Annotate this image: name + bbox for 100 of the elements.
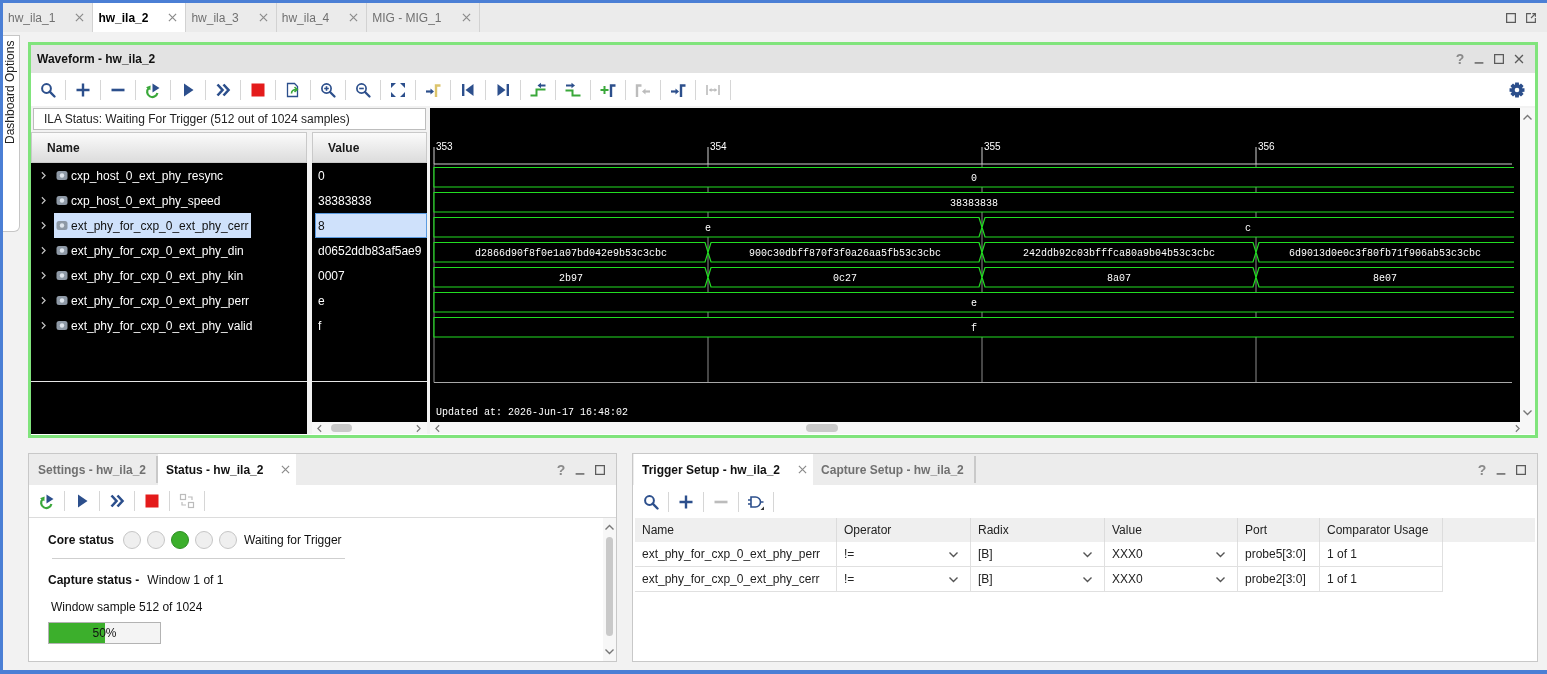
stop-icon[interactable] (250, 81, 266, 98)
scroll-down-icon[interactable] (1522, 407, 1533, 418)
horizontal-scrollbar[interactable] (430, 422, 1535, 434)
double-chevron-icon[interactable] (109, 493, 125, 509)
step-arrow-left-icon[interactable] (530, 81, 546, 98)
time-tick-label: 353 (436, 141, 453, 152)
close-icon[interactable] (258, 13, 268, 22)
time-tick (707, 146, 709, 165)
close-icon[interactable] (75, 13, 85, 22)
dropdown[interactable]: != (837, 542, 971, 567)
stop-icon[interactable] (144, 493, 160, 509)
chevron-right-icon[interactable] (39, 221, 48, 230)
table-cell: ext_phy_for_cxp_0_ext_phy_cerr (635, 567, 837, 592)
arrow-bracket-icon[interactable] (670, 81, 686, 98)
zoom-in-icon[interactable] (320, 81, 336, 98)
maximize-icon[interactable] (1504, 10, 1518, 25)
bus-value-label: 8e07 (1373, 272, 1397, 284)
editor-tab[interactable]: hw_ila_2 (93, 3, 187, 32)
dropdown[interactable]: [B] (971, 542, 1105, 567)
chevron-right-icon[interactable] (39, 271, 48, 280)
scroll-down-icon[interactable] (604, 646, 615, 657)
signal-item[interactable]: cxp_host_0_ext_phy_resync (54, 163, 227, 188)
dropdown[interactable]: XXX0 (1105, 542, 1238, 567)
horizontal-scrollbar[interactable] (312, 422, 427, 434)
chevron-right-icon[interactable] (39, 321, 48, 330)
plus-bracket-icon[interactable] (600, 81, 616, 98)
close-icon[interactable] (168, 13, 178, 22)
vertical-scrollbar[interactable] (1520, 108, 1535, 422)
scroll-right-icon[interactable] (414, 423, 423, 433)
document-arrow-icon[interactable] (285, 81, 301, 98)
signal-value: d0652ddb83af5ae9 (317, 242, 423, 260)
close-icon[interactable] (281, 465, 291, 474)
panel-tab[interactable]: Status - hw_ila_2 (158, 454, 297, 485)
chevron-right-icon[interactable] (39, 196, 48, 205)
dropdown[interactable]: XXX0 (1105, 567, 1238, 592)
maximize-icon[interactable] (593, 462, 607, 477)
column-header[interactable]: Comparator Usage (1320, 518, 1443, 542)
signal-item[interactable]: cxp_host_0_ext_phy_speed (54, 188, 224, 213)
skip-forward-icon[interactable] (495, 81, 511, 98)
chevron-right-icon[interactable] (39, 246, 48, 255)
close-icon[interactable] (1512, 52, 1526, 66)
signal-icon (56, 295, 68, 306)
scroll-left-icon[interactable] (315, 423, 324, 433)
panel-tab[interactable]: Trigger Setup - hw_ila_2 (634, 454, 814, 485)
signal-item[interactable]: ext_phy_for_cxp_0_ext_phy_perr (54, 288, 253, 313)
signal-icon (56, 245, 68, 256)
signal-icon (56, 320, 68, 331)
capture-status-text: Window 1 of 1 (147, 573, 224, 587)
double-chevron-icon[interactable] (215, 81, 231, 98)
step-arrow-right-icon[interactable] (565, 81, 581, 98)
core-status-text: Waiting for Trigger (244, 533, 342, 547)
chevron-right-icon[interactable] (39, 171, 48, 180)
editor-tab[interactable]: MIG - MIG_1 (367, 3, 480, 32)
settings-icon[interactable] (1509, 81, 1525, 98)
editor-tab[interactable]: hw_ila_4 (276, 3, 368, 32)
ila-status-field: ILA Status: Waiting For Trigger (512 out of 1024 samples) (33, 108, 426, 130)
vertical-scrollbar[interactable] (603, 518, 616, 661)
chevron-right-icon[interactable] (39, 296, 48, 305)
maximize-icon[interactable] (1514, 462, 1528, 477)
dropdown[interactable]: [B] (971, 567, 1105, 592)
bus-value-label: 0c27 (833, 272, 857, 284)
scrollbar-thumb[interactable] (806, 424, 838, 432)
search-icon[interactable] (40, 81, 56, 98)
signal-item[interactable]: ext_phy_for_cxp_0_ext_phy_cerr (54, 213, 252, 238)
dropdown[interactable]: != (837, 567, 971, 592)
zoom-out-icon[interactable] (355, 81, 371, 98)
column-header[interactable]: Name (635, 518, 837, 542)
bus-value-label: 8a07 (1107, 272, 1131, 284)
scroll-left-icon[interactable] (433, 423, 442, 433)
skip-back-icon[interactable] (460, 81, 476, 98)
column-header[interactable]: Radix (971, 518, 1105, 542)
arrow-bracket-icon[interactable] (425, 81, 441, 98)
plus-icon[interactable] (678, 493, 694, 510)
signal-item[interactable]: ext_phy_for_cxp_0_ext_phy_valid (54, 313, 256, 338)
side-tab[interactable]: Dashboard Options (3, 35, 20, 232)
editor-tab[interactable]: hw_ila_3 (186, 3, 277, 32)
close-icon[interactable] (461, 13, 471, 22)
close-icon[interactable] (798, 465, 808, 474)
column-header[interactable]: Operator (837, 518, 971, 542)
column-header[interactable]: Name (31, 132, 307, 163)
scrollbar-thumb[interactable] (606, 537, 613, 636)
corner-arrows-icon[interactable] (390, 81, 406, 98)
panel-tab[interactable]: Capture Setup - hw_ila_2 (813, 456, 976, 483)
signal-value: 38383838 (317, 192, 373, 210)
plus-icon[interactable] (75, 81, 91, 98)
close-icon[interactable] (349, 13, 359, 22)
circular-arrow-play-icon[interactable] (145, 81, 161, 98)
float-window-icon[interactable] (1524, 10, 1538, 25)
column-header[interactable]: Value (312, 132, 427, 163)
signal-item[interactable]: ext_phy_for_cxp_0_ext_phy_din (54, 238, 247, 263)
maximize-icon[interactable] (1492, 52, 1506, 66)
scroll-right-icon[interactable] (1513, 423, 1522, 433)
signal-value: 8 (315, 213, 427, 238)
column-header[interactable]: Port (1238, 518, 1320, 542)
logic-gate-icon[interactable] (748, 493, 764, 510)
circular-arrow-play-icon[interactable] (39, 493, 55, 509)
search-icon[interactable] (643, 493, 659, 510)
scrollbar-thumb[interactable] (331, 424, 352, 432)
signal-item[interactable]: ext_phy_for_cxp_0_ext_phy_kin (54, 263, 247, 288)
column-header[interactable]: Value (1105, 518, 1238, 542)
